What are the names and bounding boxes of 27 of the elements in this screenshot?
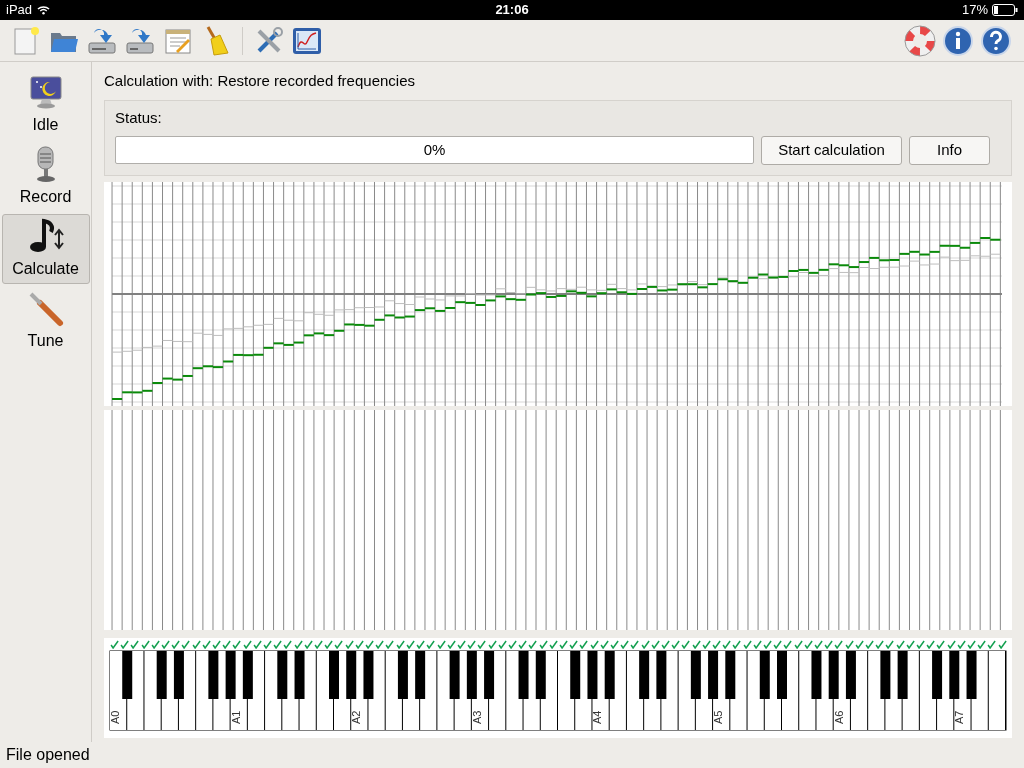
status-message: File opened [6,745,90,765]
piano-keys-drawing[interactable] [109,650,1007,730]
progress-reading: 0% [423,139,446,160]
battery-percent: 17% [961,1,988,20]
mode-button[interactable]: Idle [1,70,90,140]
mode-button[interactable]: Record [1,142,90,212]
lifebuoy-icon[interactable] [904,24,936,57]
battery-icon [992,4,1018,16]
key-label: A1 [229,710,242,724]
key-label: A0 [109,710,121,724]
device-name: iPad [6,1,33,20]
key-label: A6 [832,710,845,724]
mode-button[interactable]: Tune [1,286,90,356]
key-label: A5 [712,710,724,724]
key-label: A2 [350,710,363,724]
action-button[interactable]: Start calculation [761,135,902,165]
info-icon[interactable] [942,24,974,57]
status-label: Status: [115,108,163,128]
calculation-title: Calculation with: Restore recorded frequencies [104,71,416,91]
help-icon[interactable] [980,24,1012,57]
key-label: A4 [591,710,604,724]
key-label: A3 [470,710,483,724]
wifi-icon [37,5,51,15]
mode-button[interactable]: Calculate [1,214,90,284]
clock-time: 21:06 [495,1,529,20]
action-button[interactable]: Info [909,135,990,165]
key-label: A7 [953,710,966,724]
